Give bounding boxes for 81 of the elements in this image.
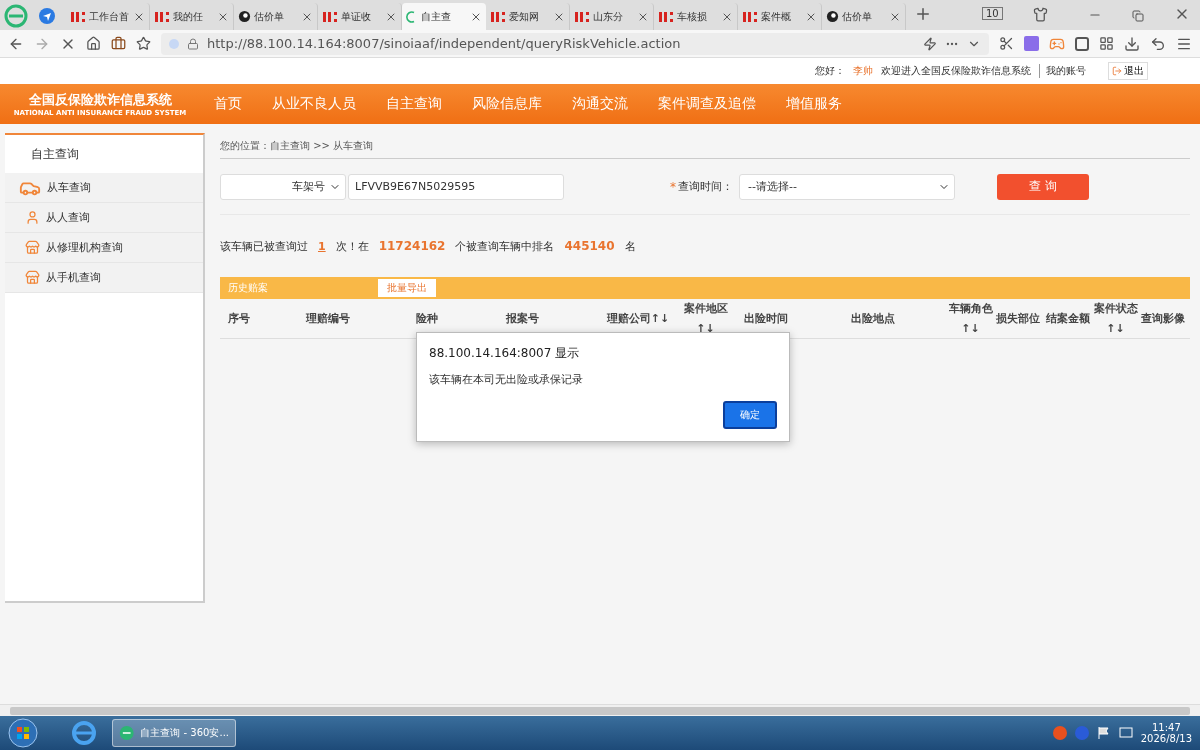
favorites-icon[interactable] [136, 36, 151, 51]
store-icon [25, 270, 40, 285]
time-label: 查询时间： [678, 179, 733, 194]
person-icon [25, 210, 40, 225]
query-button[interactable]: 查 询 [997, 173, 1089, 200]
browser-logo-icon [119, 723, 135, 743]
required-mark: * [670, 179, 676, 194]
column-header[interactable]: 查询影像 [1138, 309, 1188, 329]
taskbar-item[interactable]: 自主查询 - 360安... [112, 719, 236, 747]
sidebar-item[interactable]: 从修理机构查询 [5, 233, 203, 263]
flag-icon[interactable] [1096, 726, 1111, 740]
scrollbar-thumb[interactable] [10, 706, 1190, 715]
dot-icon [169, 38, 179, 49]
briefcase-icon[interactable] [111, 36, 126, 51]
undo-icon[interactable] [1150, 35, 1166, 52]
stat-number: 445140 [564, 239, 615, 253]
start-button[interactable] [8, 718, 38, 748]
cic-logo-icon [574, 10, 590, 23]
cic-logo-icon [322, 10, 338, 23]
ok-button[interactable]: 确定 [723, 401, 777, 429]
address-bar[interactable]: http://88.100.14.164:8007/sinoiaaf/independent/queryRiskVehicle.action [161, 32, 989, 55]
column-header[interactable]: 案件状态↑↓ [1093, 299, 1138, 339]
tab-count[interactable]: 10 [982, 7, 1003, 20]
dialog-message: 该车辆在本司无出险或承保记录 [429, 372, 584, 387]
telegram-icon [38, 7, 56, 25]
dark-swirl-icon [826, 10, 839, 23]
ie-icon[interactable] [70, 719, 98, 747]
column-header[interactable]: 损失部位 [993, 309, 1043, 329]
column-header[interactable]: 理赔公司↑↓ [598, 309, 678, 329]
table-header-bar: 历史赔案 批量导出 [220, 277, 1190, 299]
network-icon[interactable] [1118, 726, 1133, 740]
cic-logo-icon [742, 10, 758, 23]
dialog-title: 88.100.14.164:8007 显示 [429, 345, 581, 362]
stat-text: 个被查询车辆中排名 [455, 238, 555, 254]
scissors-icon[interactable] [999, 36, 1014, 51]
sidebar-item[interactable]: 从手机查询 [5, 263, 203, 293]
column-header[interactable]: 出险地点 [798, 309, 948, 329]
browser-tab[interactable]: 自主查 [402, 3, 486, 30]
download-icon[interactable] [1124, 35, 1140, 52]
breadcrumb: 您的位置：自主查询 >> 从车查询 [220, 138, 374, 153]
store-icon [25, 240, 40, 255]
stat-number: 11724162 [378, 239, 446, 253]
user-name: 李帅 [853, 64, 873, 78]
cic-logo-icon [490, 10, 506, 23]
stat-text: 该车辆已被查询过 [220, 238, 308, 254]
home-icon[interactable] [86, 36, 101, 51]
column-header[interactable]: 车辆角色↑↓ [948, 299, 993, 339]
id-type-select[interactable]: 车架号 [220, 173, 346, 200]
cic-logo-icon [70, 10, 86, 23]
column-header[interactable]: 序号 [220, 309, 298, 329]
stat-text: 名 [624, 238, 636, 254]
cic-logo-icon [658, 10, 674, 23]
clock-time: 11:47 [1151, 722, 1181, 733]
restore-icon[interactable] [1131, 10, 1144, 22]
greeting-label: 您好： [815, 64, 845, 78]
column-header[interactable]: 结案金额 [1043, 309, 1093, 329]
sidebar-item[interactable]: 从车查询 [5, 173, 203, 203]
cic-logo-icon [154, 10, 170, 23]
sidebar-title: 自主查询 [30, 145, 80, 163]
apps-icon[interactable] [1099, 36, 1114, 51]
welcome-text: 欢迎进入全国反保险欺诈信息系统 [881, 64, 1031, 78]
time-select[interactable]: --请选择-- [739, 173, 955, 200]
sidebar-item[interactable]: 从人查询 [5, 203, 203, 233]
logout-icon [1112, 66, 1122, 76]
lock-icon [187, 37, 199, 50]
stat-text: 次！在 [335, 238, 369, 254]
clock-date: 2026/8/13 [1140, 733, 1192, 744]
reader-icon[interactable] [1075, 36, 1089, 51]
new-tab-icon[interactable] [914, 5, 932, 23]
lightning-icon[interactable] [923, 36, 937, 51]
column-header[interactable]: 出险时间 [733, 309, 798, 329]
column-header[interactable]: 报案号 [498, 309, 598, 329]
logo-title: 全国反保险欺诈信息系统 [28, 91, 172, 109]
vin-input[interactable]: LFVVB9E67N5029595 [348, 173, 564, 200]
account-link[interactable]: 我的账号 [1039, 64, 1086, 78]
column-header[interactable]: 理赔编号 [298, 309, 408, 329]
shirt-icon[interactable] [1032, 7, 1048, 22]
dark-swirl-icon [238, 10, 251, 23]
browser-logo-icon [4, 4, 28, 28]
column-header[interactable]: 险种 [408, 309, 498, 329]
logout-button[interactable]: 退出 [1108, 62, 1148, 80]
